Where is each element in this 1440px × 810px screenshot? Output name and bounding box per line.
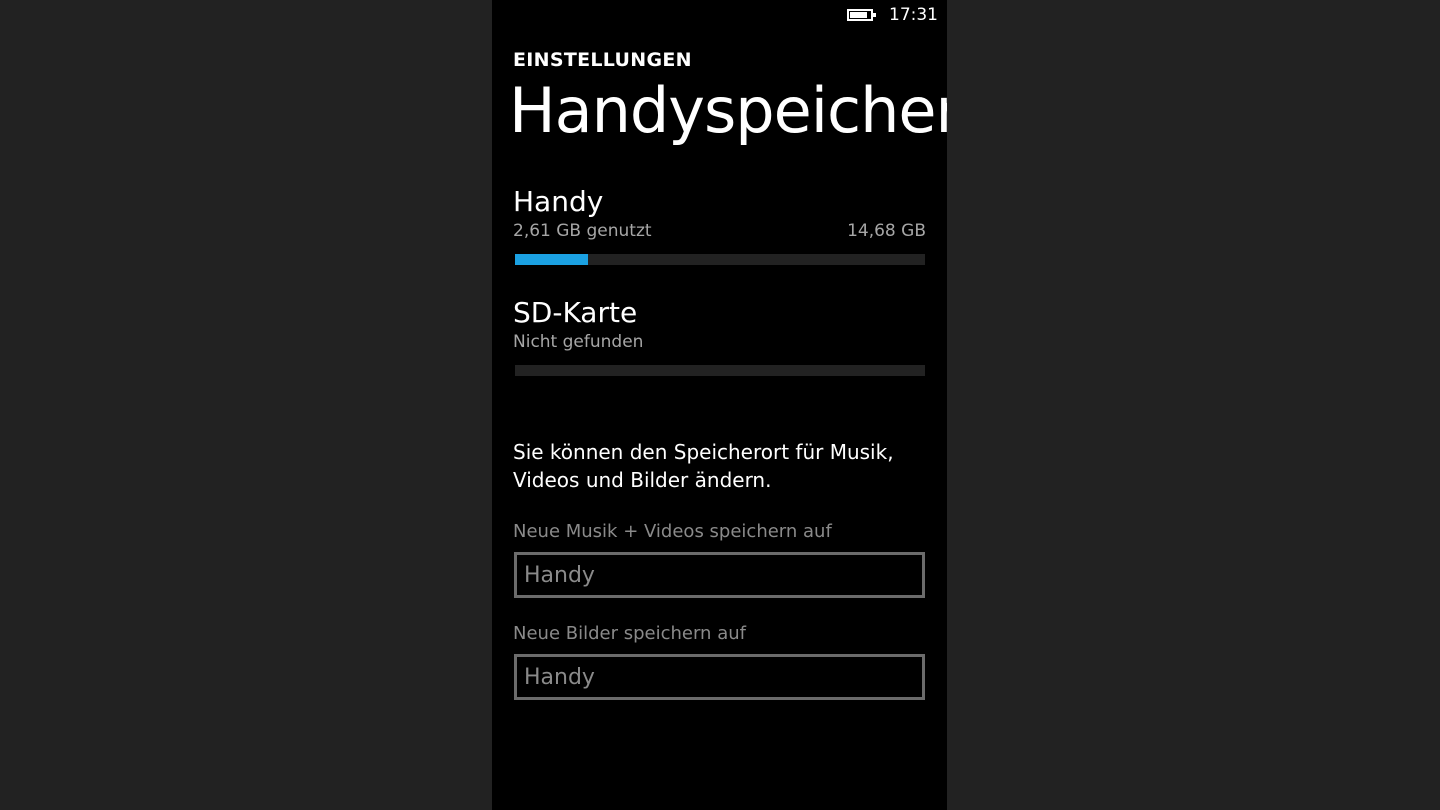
status-bar: 17:31 [847, 3, 938, 27]
music-video-location-label: Neue Musik + Videos speichern auf [513, 521, 832, 542]
clock: 17:31 [889, 5, 938, 25]
battery-icon [847, 9, 876, 21]
storage-name: Handy [513, 185, 604, 218]
storage-usage-bar [515, 253, 925, 265]
storage-sd-card[interactable]: SD-Karte Nicht gefunden [513, 296, 926, 376]
page-title: Handyspeicher [509, 74, 947, 147]
storage-used-text: 2,61 GB genutzt [513, 220, 652, 241]
storage-name: SD-Karte [513, 296, 638, 329]
storage-phone[interactable]: Handy 2,61 GB genutzt 14,68 GB [513, 185, 926, 265]
storage-usage-fill [515, 253, 588, 265]
pictures-location-picker[interactable]: Handy [514, 654, 925, 700]
battery-level [850, 12, 867, 18]
storage-info-row: Nicht gefunden [513, 332, 926, 352]
storage-usage-bar [515, 364, 925, 376]
music-video-location-picker[interactable]: Handy [514, 552, 925, 598]
pictures-location-label: Neue Bilder speichern auf [513, 623, 746, 644]
info-text: Sie können den Speicherort für Musik, Vi… [513, 440, 894, 492]
storage-capacity-text: 14,68 GB [847, 220, 926, 241]
app-title: EINSTELLUNGEN [513, 49, 692, 71]
storage-info-row: 2,61 GB genutzt 14,68 GB [513, 221, 926, 241]
phone-screen: 17:31 EINSTELLUNGEN Handyspeicher Handy … [492, 0, 947, 810]
storage-status-text: Nicht gefunden [513, 331, 644, 352]
